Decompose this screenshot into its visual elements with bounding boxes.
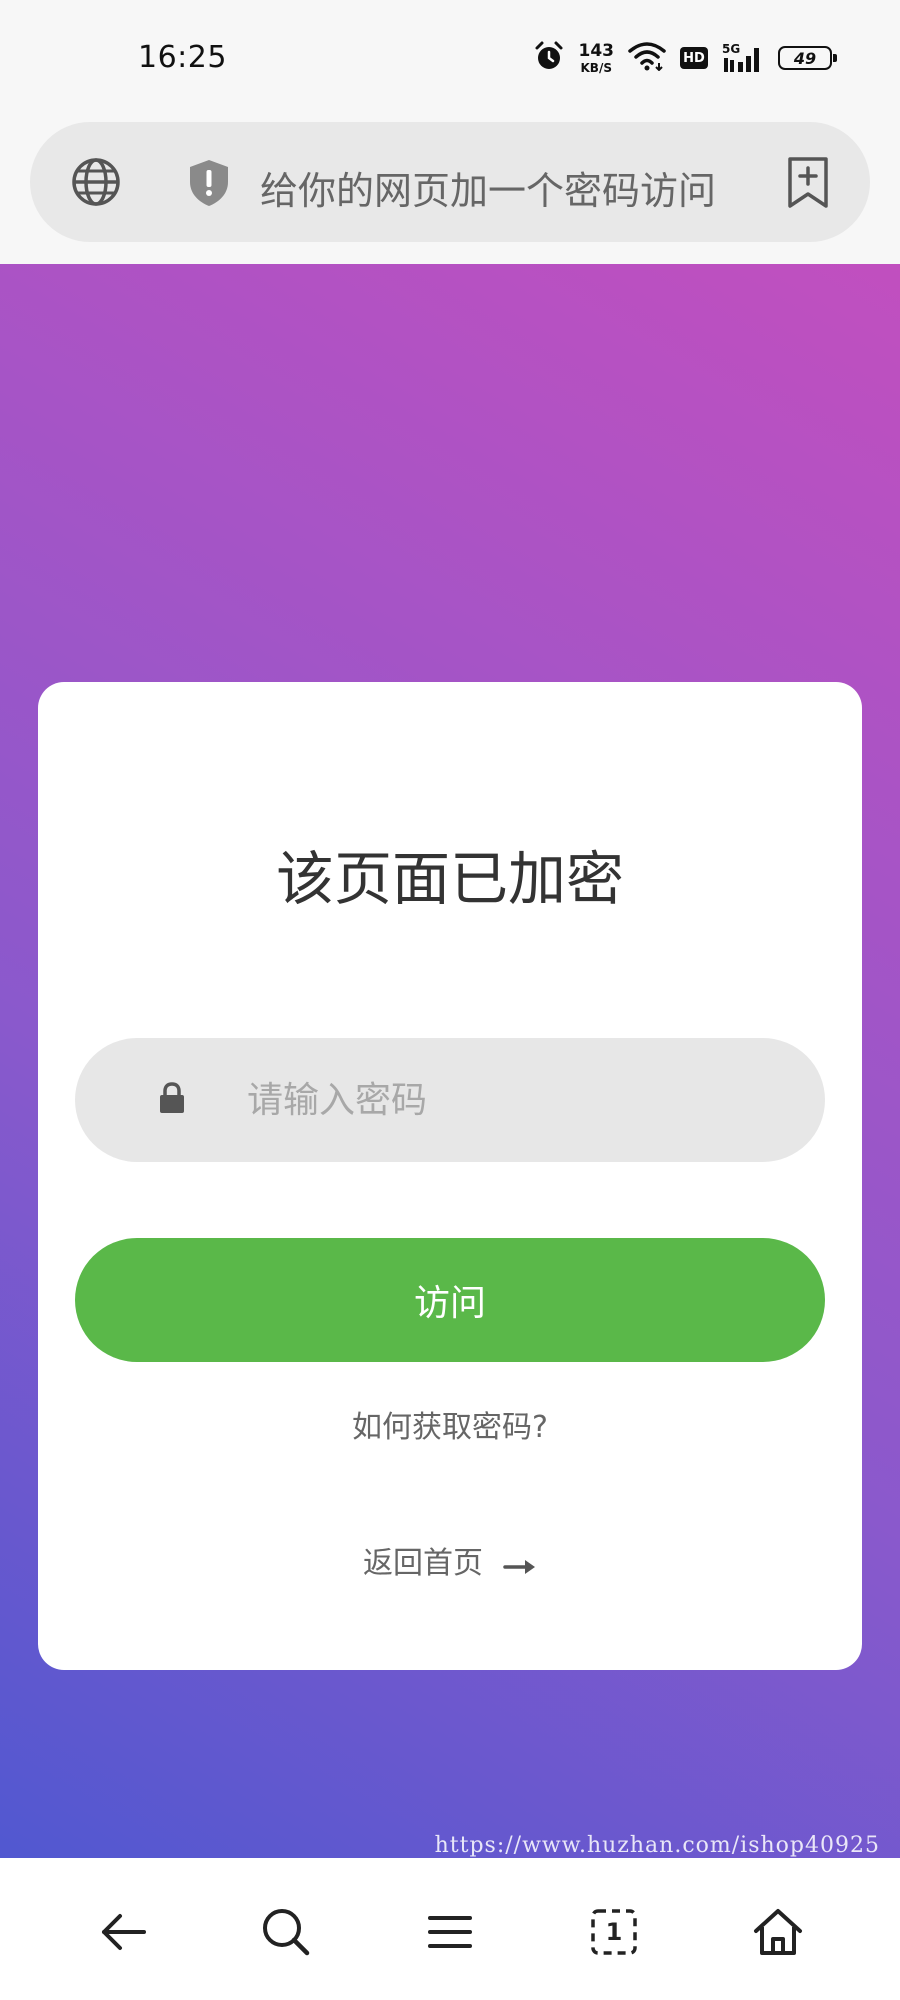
- alarm-icon: [533, 40, 565, 76]
- tab-count: 1: [605, 1918, 623, 1946]
- page-title: 该页面已加密: [275, 845, 624, 913]
- back-to-home-label[interactable]: 返回首页: [363, 1538, 483, 1582]
- globe-icon[interactable]: [70, 156, 122, 208]
- status-time: 16:25: [138, 40, 227, 75]
- visit-button[interactable]: 访问: [75, 1238, 825, 1362]
- menu-icon[interactable]: [422, 1904, 478, 1960]
- tabs-icon[interactable]: 1: [586, 1904, 642, 1960]
- bottom-navigation: 1: [0, 1858, 900, 2000]
- address-page-title[interactable]: 给你的网页加一个密码访问: [260, 160, 716, 215]
- password-card: 该页面已加密 访问 如何获取密码? 返回首页: [38, 682, 862, 1670]
- status-icons: 143 KB/S HD 5G 49: [533, 38, 837, 78]
- net-speed: 143 KB/S: [578, 40, 615, 75]
- battery-level: 49: [793, 48, 817, 68]
- battery-icon: 49: [778, 46, 837, 70]
- back-to-home-link[interactable]: 返回首页: [38, 1538, 862, 1582]
- cellular-signal-icon: 5G: [722, 42, 764, 74]
- password-field[interactable]: [75, 1038, 825, 1162]
- wifi-icon: [628, 41, 666, 75]
- page-background: 该页面已加密 访问 如何获取密码? 返回首页 https://www.huzha…: [0, 264, 900, 1858]
- back-icon[interactable]: [96, 1904, 152, 1960]
- net-speed-unit: KB/S: [580, 60, 612, 75]
- status-bar: 16:25 143 KB/S HD 5G 49: [0, 0, 900, 118]
- security-shield-icon[interactable]: [186, 158, 232, 208]
- home-icon[interactable]: [750, 1904, 806, 1960]
- watermark: https://www.huzhan.com/ishop40925: [434, 1833, 880, 1858]
- how-to-get-password-link[interactable]: 如何获取密码?: [38, 1402, 862, 1446]
- arrow-right-icon[interactable]: [503, 1550, 537, 1574]
- search-icon[interactable]: [258, 1904, 314, 1960]
- password-input[interactable]: [245, 1060, 785, 1140]
- address-bar[interactable]: 给你的网页加一个密码访问: [30, 122, 870, 242]
- browser-header: 给你的网页加一个密码访问: [0, 118, 900, 264]
- hd-badge: HD: [680, 47, 708, 69]
- net-speed-value: 143: [578, 40, 615, 61]
- add-bookmark-icon[interactable]: [786, 156, 830, 210]
- lock-icon: [159, 1082, 185, 1114]
